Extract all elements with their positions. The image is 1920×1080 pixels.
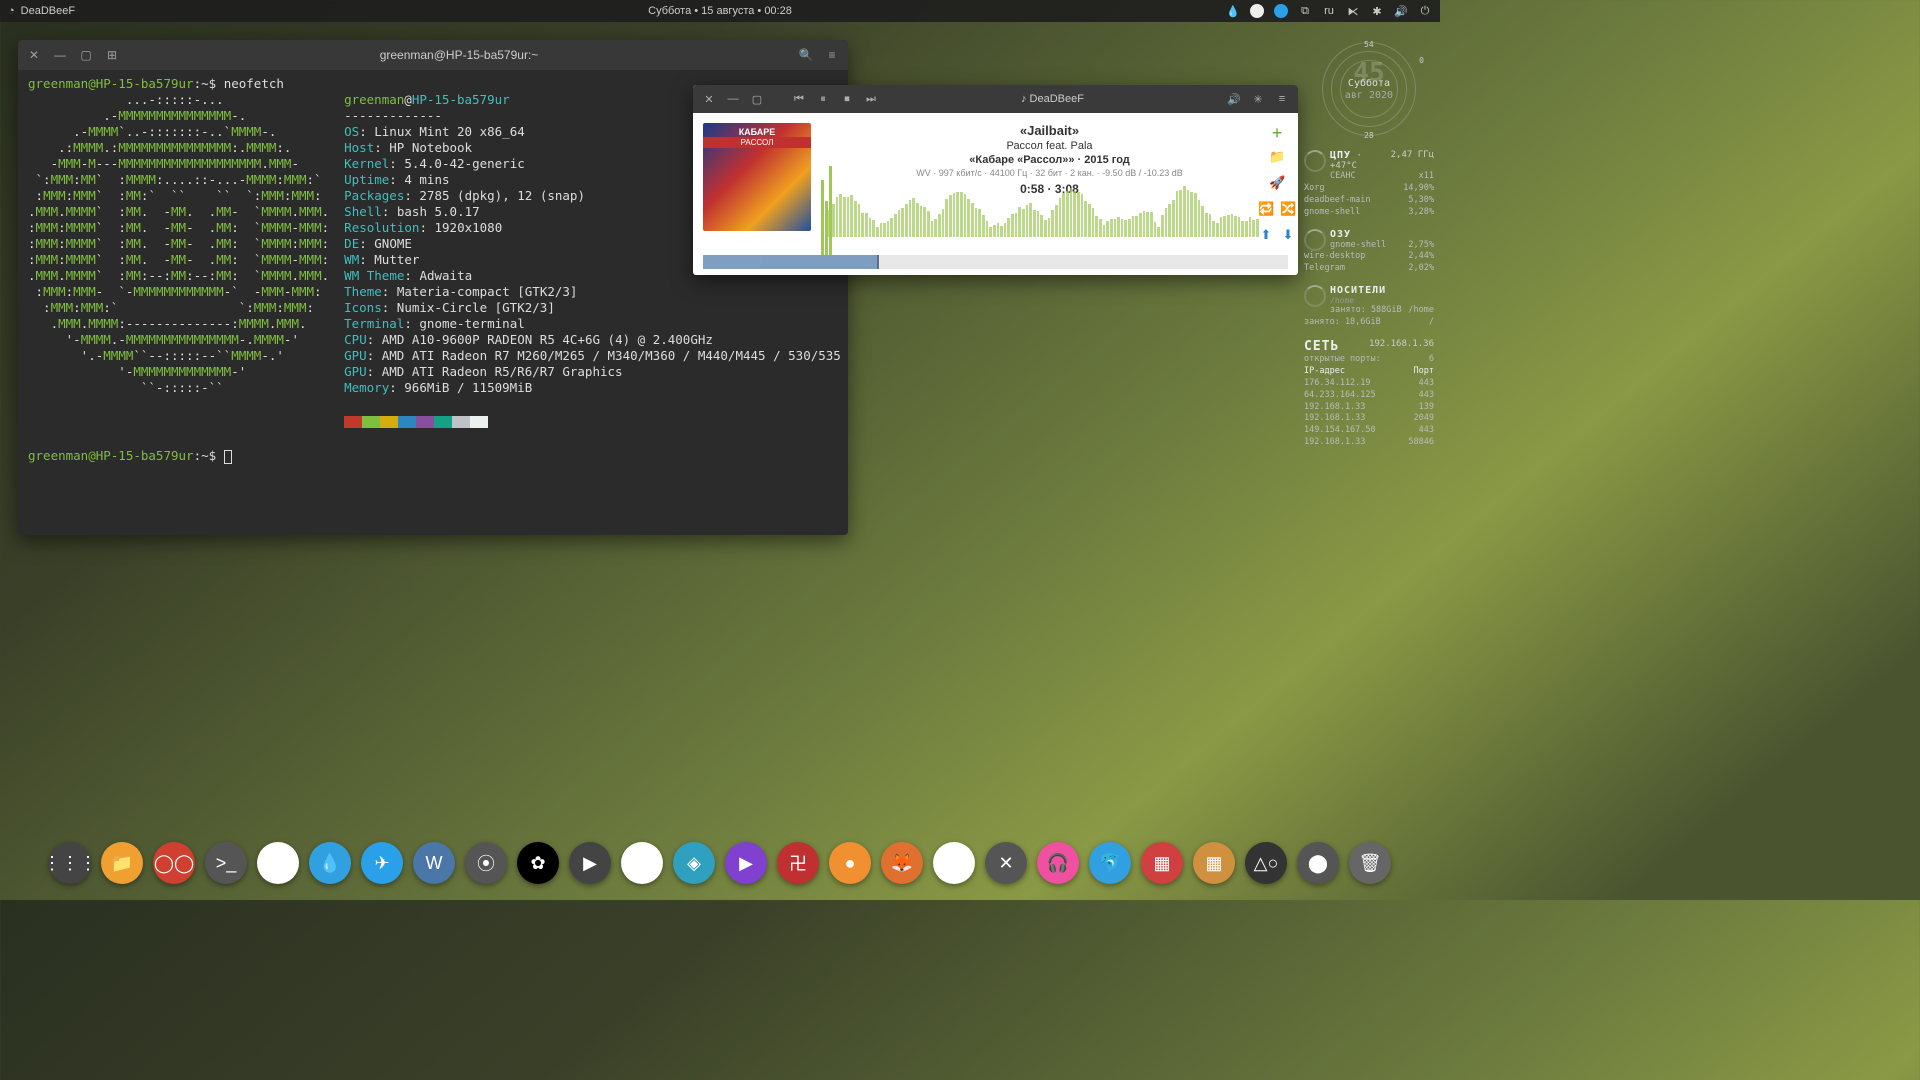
track-artist: Рассол feat. Pala — [843, 140, 1256, 152]
track-format: WV · 997 кбит/с · 44100 Гц · 32 бит · 2 … — [843, 168, 1256, 178]
dock-dolphin[interactable]: 🐬 — [1089, 842, 1131, 884]
clock-label[interactable]: Суббота • 15 августа • 00:28 — [648, 5, 792, 17]
top-panel: ◔ DeaDBeeF Суббота • 15 августа • 00:28 … — [0, 0, 1440, 22]
rocket-icon[interactable]: 🚀 — [1269, 175, 1285, 191]
bluetooth2-icon[interactable]: ✱ — [1370, 4, 1384, 18]
maximize-icon[interactable]: ▢ — [749, 91, 765, 107]
app-menu-icon[interactable]: ◔ — [8, 5, 15, 17]
track-title: «Jailbait» — [843, 123, 1256, 138]
player-titlebar[interactable]: ✕ — ▢ ⏮ ⏸ ⏹ ⏭ ♪ DeaDBeeF 🔊 ✳ ≡ — [693, 85, 1298, 113]
maximize-icon[interactable]: ▢ — [78, 47, 94, 63]
dock-wire[interactable]: ⦿ — [465, 842, 507, 884]
minimize-icon[interactable]: — — [52, 47, 68, 63]
equalizer-icon[interactable]: ✳ — [1250, 91, 1266, 107]
power-icon[interactable]: ⏻ — [1418, 4, 1432, 18]
album-art[interactable] — [703, 123, 811, 231]
dock-water[interactable]: 💧 — [309, 842, 351, 884]
conky-panel: 54 0 45 Суббота авг 2020 28 ЦПУ 2,47 ГГц… — [1304, 40, 1434, 449]
keyboard-layout[interactable]: ru — [1322, 4, 1336, 18]
water-tray-icon[interactable]: 💧 — [1226, 4, 1240, 18]
net-section: СЕТЬ 192.168.1.36 открытые порты:6 IP-ад… — [1304, 339, 1434, 449]
minimize-icon[interactable]: — — [725, 91, 741, 107]
dock-headphones[interactable]: 🎧 — [1037, 842, 1079, 884]
dock-fox[interactable]: 🦊 — [881, 842, 923, 884]
seek-bar[interactable] — [703, 255, 1288, 269]
dock-colors[interactable]: ◕ — [933, 842, 975, 884]
menu-icon[interactable]: ≡ — [1274, 91, 1290, 107]
bluetooth-icon[interactable]: ⧔ — [1346, 4, 1360, 18]
dock-icq[interactable]: ✿ — [517, 842, 559, 884]
dock-terminal[interactable]: >_ — [205, 842, 247, 884]
dock-media[interactable]: ▶ — [725, 842, 767, 884]
spectrum-visualizer — [821, 197, 1258, 247]
music-player-window: ✕ — ▢ ⏮ ⏸ ⏹ ⏭ ♪ DeaDBeeF 🔊 ✳ ≡ «Jailbait… — [693, 85, 1298, 275]
dock-red[interactable]: 卍 — [777, 842, 819, 884]
shuffle-icon[interactable]: 🔀 — [1280, 201, 1296, 217]
clock-widget: 54 0 45 Суббота авг 2020 28 — [1304, 40, 1434, 140]
dock-deadbeef[interactable]: ▶ — [569, 842, 611, 884]
player-window-title: ♪ DeaDBeeF — [887, 93, 1218, 105]
dock-orange[interactable]: ● — [829, 842, 871, 884]
track-album: «Кабаре «Рассол»» · 2015 год — [843, 154, 1256, 166]
search-icon[interactable]: 🔍 — [798, 47, 814, 63]
active-app-name[interactable]: DeaDBeeF — [21, 5, 75, 17]
dock-kodi[interactable]: ◈ — [673, 842, 715, 884]
hamburger-icon[interactable]: ≡ — [824, 47, 840, 63]
dock-files[interactable]: 📁 — [101, 842, 143, 884]
dock-steam[interactable]: ⬤ — [1297, 842, 1339, 884]
next-track-icon[interactable]: ⏭ — [863, 91, 879, 107]
dock-trash[interactable]: 🗑 — [1349, 842, 1391, 884]
pause-icon[interactable]: ⏸ — [815, 91, 831, 107]
dock-box2[interactable]: ▦ — [1193, 842, 1235, 884]
tray-window-icon[interactable]: ⧉ — [1298, 4, 1312, 18]
dock-ps[interactable]: △○ — [1245, 842, 1287, 884]
volume2-icon[interactable]: 🔊 — [1226, 91, 1242, 107]
terminal-title: greenman@HP-15-ba579ur:~ — [130, 48, 788, 62]
repeat-icon[interactable]: 🔁 — [1258, 201, 1274, 217]
ram-section: ОЗУ gnome-shell2,75%wire-desktop2,44%Tel… — [1304, 229, 1434, 276]
volume-icon[interactable]: 🔊 — [1394, 4, 1408, 18]
new-tab-icon[interactable]: ⊞ — [104, 47, 120, 63]
disk-section: НОСИТЕЛИ /home занято: 588GiB/homeзанято… — [1304, 285, 1434, 329]
terminal-titlebar[interactable]: ✕ — ▢ ⊞ greenman@HP-15-ba579ur:~ 🔍 ≡ — [18, 40, 848, 70]
dock-apps-grid[interactable]: ⋮⋮⋮ — [49, 842, 91, 884]
dock-box1[interactable]: ▦ — [1141, 842, 1183, 884]
tray-circle-1-icon[interactable] — [1250, 4, 1264, 18]
dock-xair[interactable]: ✕ — [985, 842, 1027, 884]
dock-music[interactable]: ♪ — [621, 842, 663, 884]
close-icon[interactable]: ✕ — [26, 47, 42, 63]
dock: ⋮⋮⋮📁◯◯>_◉💧✈W⦿✿▶♪◈▶卍●🦊◕✕🎧🐬▦▦△○⬤🗑 — [37, 834, 1403, 892]
telegram-tray-icon[interactable] — [1274, 4, 1288, 18]
down-arrow-icon[interactable]: ⬇ — [1280, 227, 1296, 243]
prev-track-icon[interactable]: ⏮ — [791, 91, 807, 107]
cpu-section: ЦПУ 2,47 ГГц · +47°C СЕАНСx11 Xorg14,90%… — [1304, 150, 1434, 219]
stop-icon[interactable]: ⏹ — [839, 91, 855, 107]
folder-icon[interactable]: 📁 — [1269, 149, 1285, 165]
close-icon[interactable]: ✕ — [701, 91, 717, 107]
dock-pomodoro[interactable]: ◯◯ — [153, 842, 195, 884]
dock-chrome[interactable]: ◉ — [257, 842, 299, 884]
dock-vk[interactable]: W — [413, 842, 455, 884]
dock-telegram[interactable]: ✈ — [361, 842, 403, 884]
add-icon[interactable]: + — [1269, 123, 1285, 139]
up-arrow-icon[interactable]: ⬆ — [1258, 227, 1274, 243]
